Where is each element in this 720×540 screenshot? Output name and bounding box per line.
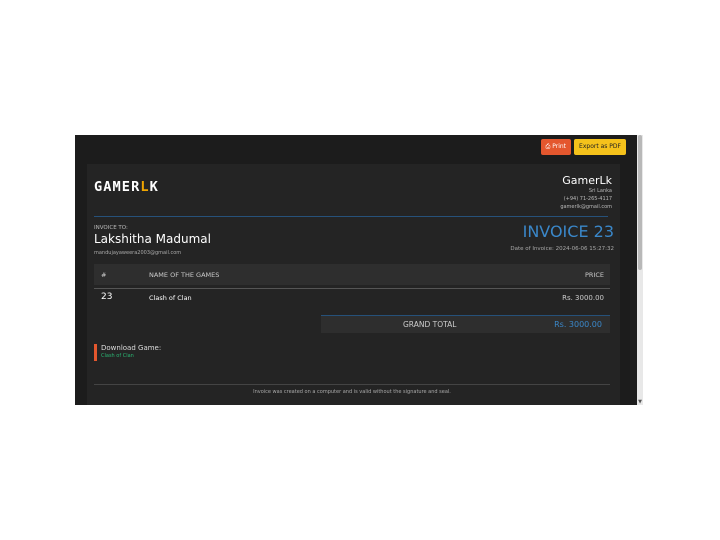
scrollbar-thumb[interactable] <box>638 135 642 270</box>
column-number-header: # <box>101 271 107 279</box>
export-pdf-button[interactable]: Export as PDF <box>574 139 626 155</box>
company-info: GamerLk Sri Lanka (+94) 71-265-4117 game… <box>560 174 612 211</box>
company-email: gamerlk@gmail.com <box>560 204 612 210</box>
print-button[interactable]: ⎙ Print <box>540 139 572 155</box>
row-game-name: Clash of Clan <box>149 294 192 302</box>
company-country: Sri Lanka <box>588 188 612 194</box>
customer-email: mandujayaweera2003@gmail.com <box>94 250 182 256</box>
scroll-down-icon[interactable]: ▼ <box>637 400 643 405</box>
download-link[interactable]: Clash of Clan <box>101 353 161 360</box>
footer-note: Invoice was created on a computer and is… <box>253 389 451 395</box>
footer-divider <box>94 384 610 385</box>
invoice-card: GAMERLK GamerLk Sri Lanka (+94) 71-265-4… <box>87 164 620 405</box>
invoice-frame: ⎙ Print Export as PDF GAMERLK GamerLk Sr… <box>75 135 640 405</box>
table-row: 23 Clash of Clan Rs. 3000.00 <box>94 288 610 308</box>
company-name: GamerLk <box>562 174 612 187</box>
header-divider <box>94 216 608 217</box>
grand-total-value: Rs. 3000.00 <box>554 320 602 329</box>
company-phone: (+94) 71-265-4117 <box>563 196 612 202</box>
action-toolbar: ⎙ Print Export as PDF <box>540 139 626 155</box>
printer-icon: ⎙ <box>545 143 551 150</box>
download-section: Download Game: Clash of Clan <box>94 344 161 361</box>
gamerlk-logo: GAMERLK <box>94 180 159 195</box>
vertical-scrollbar[interactable]: ▼ <box>637 135 643 405</box>
grand-total: GRAND TOTAL Rs. 3000.00 <box>321 316 610 333</box>
invoice-number: INVOICE 23 <box>522 222 614 241</box>
table-header: # NAME OF THE GAMES PRICE <box>94 264 610 285</box>
invoice-to-label: INVOICE TO: <box>94 225 128 231</box>
row-price: Rs. 3000.00 <box>562 294 604 302</box>
invoice-date: Date of Invoice: 2024-06-06 15:27:32 <box>510 246 614 252</box>
customer-name: Lakshitha Madumal <box>94 232 211 246</box>
row-number: 23 <box>101 292 113 302</box>
print-button-label: Print <box>552 143 567 150</box>
column-price-header: PRICE <box>585 271 604 279</box>
grand-total-label: GRAND TOTAL <box>403 320 457 329</box>
column-name-header: NAME OF THE GAMES <box>149 271 220 279</box>
download-title: Download Game: <box>101 344 162 352</box>
